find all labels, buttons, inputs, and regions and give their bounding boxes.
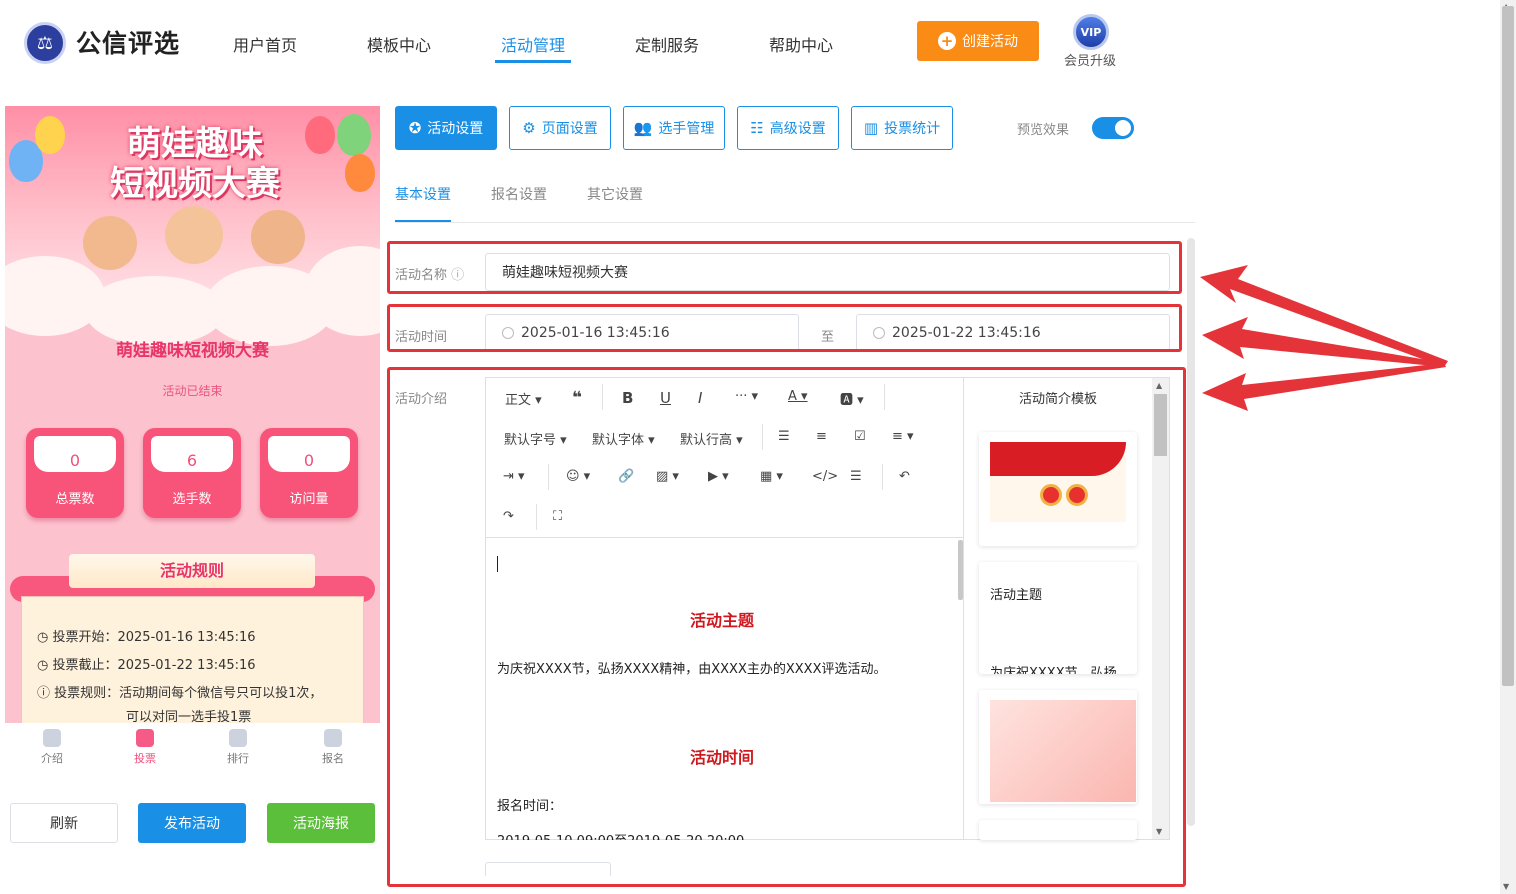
activity-settings-button[interactable]: ✪ 活动设置 <box>395 106 497 150</box>
gear-icon: ⚙ <box>522 119 536 137</box>
vip-icon[interactable]: VIP <box>1073 14 1109 50</box>
nav-active-indicator <box>495 60 571 63</box>
stat-contestants: 6 选手数 <box>143 428 241 518</box>
sliders-icon: ☷ <box>750 119 764 137</box>
highlight-box-intro <box>387 367 1186 887</box>
tab-intro[interactable]: 介绍 <box>22 729 82 766</box>
stat-value: 0 <box>268 436 350 472</box>
bar-chart-icon: ▥ <box>863 119 879 137</box>
mobile-preview: 萌娃趣味 短视频大赛 萌娃趣味短视频大赛 活动已结束 0 总票数 6 选手数 0… <box>5 106 380 723</box>
plus-icon: + <box>938 32 956 50</box>
banner-title-line1: 萌娃趣味 <box>127 124 263 164</box>
rule-line: ◷ 投票截止：2025-01-22 13:45:16 <box>37 658 256 673</box>
stat-value: 6 <box>151 436 233 472</box>
kid-illustration <box>83 216 137 270</box>
stat-total-votes: 0 总票数 <box>26 428 124 518</box>
nav-activity-management[interactable]: 活动管理 <box>501 32 565 56</box>
subtab-basic[interactable]: 基本设置 <box>395 184 451 204</box>
logo-icon: ⚖ <box>24 22 66 64</box>
rule-line: 可以对同一选手投1票 <box>126 710 252 723</box>
stat-label: 访问量 <box>289 492 329 507</box>
stat-value: 0 <box>34 436 116 472</box>
nav-home[interactable]: 用户首页 <box>233 32 297 56</box>
clock-icon: ◷ <box>37 630 53 645</box>
page-scroll-thumb[interactable] <box>1502 6 1514 686</box>
star-icon: ✪ <box>408 119 422 137</box>
preview-banner: 萌娃趣味 短视频大赛 <box>5 106 380 346</box>
balloon-icon <box>345 154 375 192</box>
advanced-settings-button[interactable]: ☷ 高级设置 <box>737 106 839 150</box>
page-settings-button[interactable]: ⚙ 页面设置 <box>509 106 611 150</box>
preview-toggle-label: 预览效果 <box>1017 123 1070 138</box>
stat-visits: 0 访问量 <box>260 428 358 518</box>
heart-icon <box>229 729 247 747</box>
nav-templates[interactable]: 模板中心 <box>367 32 431 56</box>
create-activity-label: 创建活动 <box>962 34 1018 50</box>
scroll-down-icon[interactable]: ▼ <box>1503 882 1509 891</box>
subtab-signup[interactable]: 报名设置 <box>491 184 547 204</box>
vote-stats-button[interactable]: ▥ 投票统计 <box>851 106 953 150</box>
header: ⚖ 公信评选 用户首页 模板中心 活动管理 定制服务 帮助中心 + 创建活动 V… <box>0 0 1500 84</box>
refresh-button[interactable]: 刷新 <box>10 803 118 843</box>
preview-toggle[interactable] <box>1092 117 1134 139</box>
stat-label: 总票数 <box>55 492 95 507</box>
subtab-active-indicator <box>395 220 451 222</box>
poster-button[interactable]: 活动海报 <box>267 803 375 843</box>
rule-line: ◷ 投票开始：2025-01-16 13:45:16 <box>37 630 256 645</box>
logo-text: 公信评选 <box>76 29 181 58</box>
balloon-icon <box>305 116 335 154</box>
arrow-icon <box>1202 317 1446 367</box>
annotation-arrows <box>1200 265 1448 411</box>
rules-title: 活动规则 <box>69 554 315 588</box>
vote-icon <box>136 729 154 747</box>
stat-label: 选手数 <box>172 492 212 507</box>
rule-line: ⓘ 投票规则：活动期间每个微信号只可以投1次， <box>37 686 323 701</box>
preview-tabbar: 介绍 投票 排行 报名 <box>5 723 380 779</box>
balloon-icon <box>35 116 65 154</box>
kid-illustration <box>165 206 223 264</box>
subtab-divider <box>395 222 1195 223</box>
banner-title-line2: 短视频大赛 <box>110 164 280 204</box>
users-icon: 👥 <box>633 119 653 137</box>
tab-ranking[interactable]: 排行 <box>208 729 268 766</box>
contestant-management-button[interactable]: 👥 选手管理 <box>623 106 725 150</box>
banner-title: 萌娃趣味 短视频大赛 <box>85 124 305 204</box>
create-activity-button[interactable]: + 创建活动 <box>917 21 1039 61</box>
subtab-other[interactable]: 其它设置 <box>587 184 643 204</box>
info-icon: ⓘ <box>37 686 55 701</box>
tab-signup[interactable]: 报名 <box>303 729 363 766</box>
highlight-box-name <box>387 241 1182 294</box>
arrow-icon <box>1202 363 1446 411</box>
tab-vote[interactable]: 投票 <box>115 729 175 766</box>
preview-activity-title: 萌娃趣味短视频大赛 <box>116 341 269 361</box>
preview-activity-status: 活动已结束 <box>162 384 223 398</box>
pill-icon <box>324 729 342 747</box>
publish-button[interactable]: 发布活动 <box>138 803 246 843</box>
clock-icon: ◷ <box>37 658 53 673</box>
kid-illustration <box>251 210 305 264</box>
balloon-icon <box>337 114 371 156</box>
nav-help[interactable]: 帮助中心 <box>769 32 833 56</box>
nav-custom-service[interactable]: 定制服务 <box>635 32 699 56</box>
highlight-box-time <box>387 304 1182 352</box>
vip-upgrade-link[interactable]: 会员升级 <box>1064 50 1116 69</box>
user-icon <box>43 729 61 747</box>
